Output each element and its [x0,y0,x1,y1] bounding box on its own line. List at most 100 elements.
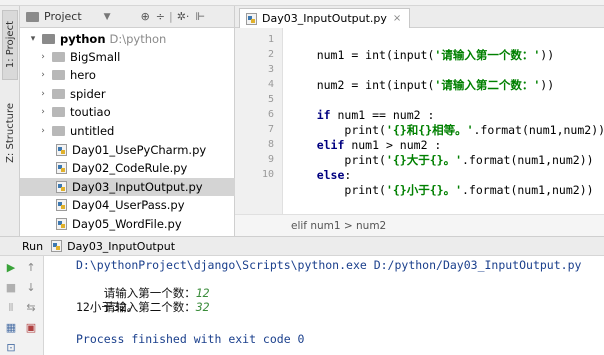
soft-wrap-icon[interactable]: ⇆ [24,300,38,314]
code-line[interactable]: if num1 == num2 : [289,93,435,122]
console-exit-line: Process finished with exit code 0 [76,332,305,346]
code-text: )) [540,78,555,92]
sync-icon[interactable]: ⊕ [141,10,150,23]
run-panel-header: Run Day03_InputOutput [0,236,604,256]
code-line[interactable]: num2 = int(input('请输入第二个数：')) [289,63,554,92]
line-number: 9 [267,154,274,165]
code-breadcrumb-bar: elif num1 > num2 [235,214,604,236]
tree-item-label: Day05_WordFile.py [72,217,182,231]
run-console[interactable]: D:\pythonProject\django\Scripts\python.e… [44,256,604,355]
tree-item-label: python [60,32,106,46]
code-text: .format(num1,num2)) [462,153,594,167]
arrow-up-icon[interactable]: ↑ [24,260,38,274]
tree-item-label: toutiao [70,105,111,119]
console-command-line: D:\pythonProject\django\Scripts\python.e… [76,258,582,272]
project-tool-tab[interactable]: 1: Project [2,10,18,80]
line-number: 7 [267,124,274,135]
chevron-down-icon[interactable]: ▼ [104,12,111,22]
line-number: 4 [267,79,274,90]
line-number: 8 [267,139,274,150]
code-line[interactable]: else: [289,153,352,182]
tree-item-file[interactable]: Day05_WordFile.py [20,215,235,233]
tree-item-label: Day02_CodeRule.py [72,161,188,175]
code-line[interactable]: print('{}小于{}。'.format(num1,num2)) [289,168,593,197]
project-folder-icon [26,11,39,22]
collapse-all-icon[interactable]: ÷ [156,10,165,23]
project-tool-tab-label: 1: Project [4,21,16,69]
tree-item-label: spider [70,87,106,101]
left-tool-strip: 1: Project Z: Structure [0,6,20,236]
folder-icon [52,52,65,62]
tree-item-file-selected[interactable]: Day03_InputOutput.py [20,178,235,196]
tree-item-label: hero [70,68,96,82]
python-file-icon [56,199,67,211]
string-literal: '请输入第二个数：' [434,78,541,92]
tree-item-folder[interactable]: › hero [20,66,235,84]
line-number: 1 [267,34,274,45]
structure-tool-tab-label: Z: Structure [4,103,16,163]
code-text: )) [540,48,555,62]
line-number: 6 [267,109,274,120]
chevron-right-icon[interactable]: › [38,70,48,80]
pause-icon[interactable]: Ⅱ [4,300,18,314]
chevron-right-icon[interactable]: › [38,52,48,62]
arrow-down-icon[interactable]: ↓ [24,280,38,294]
code-line[interactable]: elif num1 > num2 : [289,123,442,152]
code-line[interactable]: num1 = int(input('请输入第一个数：')) [289,33,554,62]
rerun-icon[interactable]: ▶ [4,260,18,274]
console-user-input: 32 [195,300,210,314]
code-line[interactable]: print('{}大于{}。'.format(num1,num2)) [289,138,593,167]
folder-icon [42,34,55,44]
print-icon[interactable]: ▣ [24,320,38,334]
code-text: .format(num1,num2)) [462,183,594,197]
python-file-icon [56,218,67,230]
string-literal: '{}大于{}。' [385,153,462,167]
line-number: 5 [267,94,274,105]
tree-item-file[interactable]: Day04_UserPass.py [20,196,235,214]
run-toolbar: ▶ ↑ ■ ↓ Ⅱ ⇆ ▦ ▣ ⊡ [0,256,44,355]
line-number: 2 [267,49,274,60]
chevron-right-icon[interactable]: › [38,89,48,99]
tree-item-label: Day04_UserPass.py [72,198,185,212]
editor-tab-active[interactable]: Day03_InputOutput.py × [239,8,411,28]
tree-item-file[interactable]: Day02_CodeRule.py [20,159,235,177]
python-file-icon [246,12,257,25]
line-number: 10 [261,169,274,180]
tree-item-folder[interactable]: › BigSmall [20,48,235,66]
code-text: num1 = int(input( [316,48,435,62]
gear-icon[interactable]: ✲· [177,10,190,23]
structure-tool-tab[interactable]: Z: Structure [2,92,18,174]
code-line[interactable]: print('{}和{}相等。'.format(num1,num2)) [289,108,604,137]
code-editor[interactable]: num1 = int(input('请输入第一个数：')) num2 = int… [283,28,604,214]
tree-item-label: Day03_InputOutput.py [72,180,203,194]
layout-icon[interactable]: ▦ [4,320,18,334]
tree-item-label: Day01_UsePyCharm.py [72,143,207,157]
editor-tab-label: Day03_InputOutput.py [262,12,387,25]
tree-item-folder[interactable]: › spider [20,85,235,103]
breadcrumb[interactable]: elif num1 > num2 [291,220,386,232]
folder-icon [52,107,65,117]
hide-panel-icon[interactable]: ⊩ [195,10,205,23]
line-number: 3 [267,64,274,75]
tree-item-folder[interactable]: › untitled [20,122,235,140]
chevron-right-icon[interactable]: › [38,107,48,117]
header-divider: | [169,10,173,23]
tree-item-folder[interactable]: › toutiao [20,103,235,121]
editor-tab-bar: Day03_InputOutput.py × [235,6,604,28]
run-config-name[interactable]: Day03_InputOutput [67,240,175,253]
tree-item-label: untitled [70,124,115,138]
tree-item-file[interactable]: Day01_UsePyCharm.py [20,141,235,159]
project-panel-header: Project ▼ ⊕ ÷ | ✲· ⊩ [20,6,234,28]
string-literal: '{}小于{}。' [385,183,462,197]
tree-item-root[interactable]: ▾ python D:\python [20,30,235,48]
python-file-icon [56,181,67,193]
chevron-right-icon[interactable]: › [38,126,48,136]
python-file-icon [51,240,63,252]
stop-icon[interactable]: ■ [4,280,18,294]
code-text: num2 = int(input( [316,78,435,92]
close-icon[interactable]: × [393,13,401,24]
settings-icon[interactable]: ⊡ [4,340,18,354]
folder-icon [52,89,65,99]
project-view-selector[interactable]: Project [44,10,82,23]
chevron-down-icon[interactable]: ▾ [28,34,38,44]
